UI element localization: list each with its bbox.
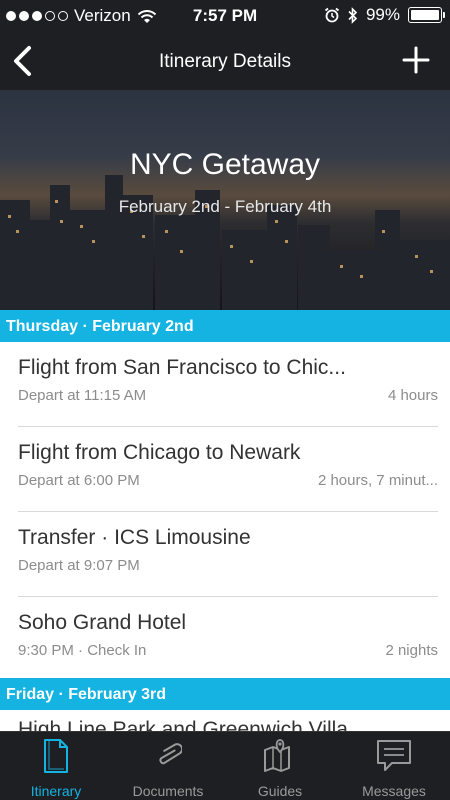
item-detail: Depart at 11:15 AM: [18, 387, 147, 404]
itinerary-item[interactable]: Flight from Chicago to Newark Depart at …: [0, 427, 450, 512]
tab-label: Guides: [257, 783, 303, 799]
paperclip-icon: [159, 743, 182, 765]
page-title: Itinerary Details: [159, 51, 291, 72]
item-detail: 9:30 PM · Check In: [18, 642, 147, 659]
tab-bar: Itinerary Documents Guides Messages: [0, 731, 450, 800]
tab-label: Itinerary: [30, 783, 82, 799]
tab-guides[interactable]: Guides: [224, 732, 336, 800]
bluetooth-icon: [348, 6, 358, 24]
item-title: Soho Grand Hotel: [18, 611, 187, 634]
status-right: 99%: [324, 5, 445, 25]
item-detail: Depart at 6:00 PM: [18, 472, 140, 489]
tab-documents[interactable]: Documents: [112, 732, 224, 800]
itinerary-item[interactable]: Flight from San Francisco to Chic... Dep…: [0, 342, 450, 427]
item-duration: 2 hours, 7 minut...: [317, 472, 438, 489]
trip-title: NYC Getaway: [129, 148, 321, 181]
plus-icon[interactable]: [402, 46, 430, 74]
message-icon: [377, 740, 411, 771]
day-section-header: Thursday · February 2nd: [0, 310, 450, 342]
itinerary-item[interactable]: High Line Park and Greenwich Villa: [0, 710, 450, 731]
item-title: Flight from Chicago to Newark: [18, 441, 301, 464]
map-icon: [264, 739, 290, 772]
itinerary-item[interactable]: Soho Grand Hotel 9:30 PM · Check In 2 ni…: [0, 597, 450, 678]
itinerary-item[interactable]: Transfer · ICS Limousine Depart at 9:07 …: [0, 512, 450, 597]
trip-dates: February 2nd - February 4th: [118, 197, 332, 216]
item-title: High Line Park and Greenwich Villa: [18, 718, 348, 731]
item-duration: 2 nights: [385, 642, 438, 659]
navigation-bar: Itinerary Details: [0, 32, 450, 90]
trip-hero-banner: NYC Getaway February 2nd - February 4th: [0, 90, 450, 310]
status-bar: Verizon 7:57 PM 99%: [0, 0, 450, 32]
document-icon: [44, 739, 68, 773]
tab-label: Documents: [132, 783, 204, 799]
item-title: Transfer · ICS Limousine: [18, 526, 251, 549]
item-detail: Depart at 9:07 PM: [18, 557, 140, 574]
tab-itinerary[interactable]: Itinerary: [0, 732, 112, 800]
battery-percent: 99%: [365, 5, 400, 24]
battery-icon: [408, 7, 445, 23]
item-title: Flight from San Francisco to Chic...: [18, 356, 346, 379]
day-section-header: Friday · February 3rd: [0, 678, 450, 710]
item-duration: 4 hours: [387, 387, 438, 404]
tab-messages[interactable]: Messages: [338, 732, 450, 800]
alarm-clock-icon: [324, 7, 340, 23]
tab-label: Messages: [362, 783, 426, 799]
